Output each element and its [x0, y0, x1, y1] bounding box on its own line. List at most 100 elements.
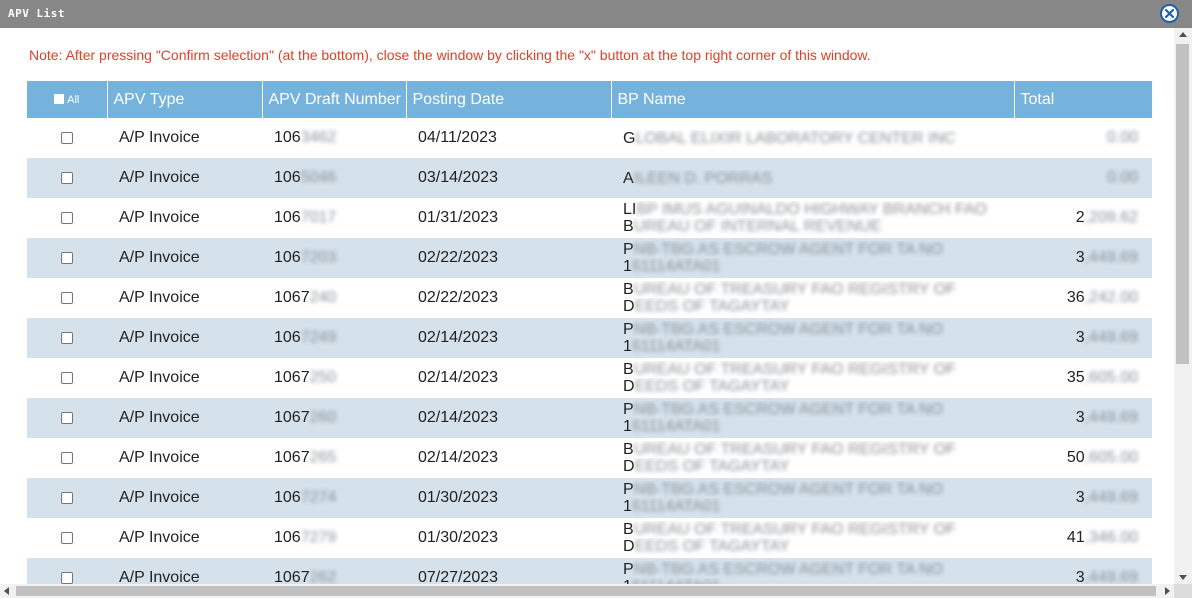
- row-checkbox[interactable]: [61, 131, 73, 144]
- table-row[interactable]: A/P Invoice 1067240 02/22/2023 BUREAU OF TR…: [27, 278, 1152, 318]
- row-checkbox[interactable]: [61, 571, 73, 584]
- close-icon[interactable]: [1160, 4, 1179, 23]
- select-all-checkbox[interactable]: [54, 93, 65, 104]
- table-row[interactable]: A/P Invoice 1067250 02/14/2023 BUREAU OF TR…: [27, 358, 1152, 398]
- total-redacted: 0.00: [1106, 129, 1138, 146]
- total-cell: 41,346.00: [1014, 518, 1152, 558]
- column-header-bp-name[interactable]: BP Name: [611, 81, 1015, 118]
- apv-draft-number-cell: 1067240: [262, 278, 406, 318]
- total-redacted: ,605.00: [1084, 449, 1138, 466]
- bp-name-cell: PNB-TBG AS ESCROW AGENT FOR TA NO161114A…: [611, 398, 1014, 438]
- row-checkbox[interactable]: [61, 211, 73, 224]
- row-select-cell[interactable]: [27, 558, 107, 584]
- table-row[interactable]: A/P Invoice 1067274 01/30/2023 PNB-TBG AS E…: [27, 478, 1152, 518]
- draft-number-redacted: 7203: [300, 249, 337, 266]
- draft-number-visible: 106: [274, 129, 301, 146]
- row-checkbox[interactable]: [61, 251, 73, 264]
- total-redacted: 0.00: [1106, 169, 1138, 186]
- total-cell: 50,605.00: [1014, 438, 1152, 478]
- bp-name-redacted: EEDS OF TAGAYTAY: [634, 458, 790, 475]
- row-select-cell[interactable]: [27, 238, 107, 278]
- row-select-cell[interactable]: [27, 318, 107, 358]
- scroll-down-icon[interactable]: [1179, 575, 1187, 580]
- row-checkbox[interactable]: [61, 331, 73, 344]
- total-redacted: ,449.69: [1084, 329, 1138, 346]
- table-row[interactable]: A/P Invoice 1067265 02/14/2023 BUREAU OF TR…: [27, 438, 1152, 478]
- column-header-posting-date[interactable]: Posting Date: [406, 81, 612, 118]
- horizontal-scroll-thumb[interactable]: [16, 586, 1156, 596]
- row-select-cell[interactable]: [27, 118, 107, 158]
- scroll-up-icon[interactable]: [1179, 32, 1187, 37]
- table-row[interactable]: A/P Invoice 1067017 01/31/2023 LIBP IMUS AG…: [27, 198, 1152, 238]
- scroll-left-icon[interactable]: [4, 587, 9, 595]
- scroll-right-icon[interactable]: [1165, 587, 1170, 595]
- bp-name-line-1: PNB-TBG AS ESCROW AGENT FOR TA NO: [623, 561, 1014, 578]
- total-visible: 35: [1066, 369, 1085, 386]
- column-header-apv-type[interactable]: APV Type: [107, 81, 263, 118]
- total-visible: 3: [1075, 569, 1085, 584]
- bp-name-visible: B: [623, 218, 634, 235]
- vertical-scroll-thumb[interactable]: [1176, 44, 1189, 364]
- total-redacted: ,242.00: [1084, 289, 1138, 306]
- apv-draft-number-cell: 1063462: [262, 118, 406, 158]
- bp-name-line-1: PNB-TBG AS ESCROW AGENT FOR TA NO: [623, 241, 1014, 258]
- bp-name-redacted: NB-TBG AS ESCROW AGENT FOR TA NO: [633, 481, 944, 498]
- total-visible: 3: [1075, 249, 1085, 266]
- row-checkbox[interactable]: [61, 171, 73, 184]
- draft-number-redacted: 260: [309, 409, 337, 426]
- column-header-apv-draft-number[interactable]: APV Draft Number: [262, 81, 407, 118]
- row-checkbox[interactable]: [61, 291, 73, 304]
- row-select-cell[interactable]: [27, 478, 107, 518]
- draft-number-redacted: 250: [309, 369, 337, 386]
- horizontal-scrollbar[interactable]: [0, 584, 1174, 598]
- row-select-cell[interactable]: [27, 438, 107, 478]
- apv-type-cell: A/P Invoice: [119, 209, 200, 226]
- row-select-cell[interactable]: [27, 358, 107, 398]
- scrollbar-corner: [1174, 584, 1192, 598]
- bp-name-redacted: 61114ATA01: [631, 418, 721, 435]
- table-row[interactable]: A/P Invoice 1067262 07/27/2023 PNB-TBG AS E…: [27, 558, 1152, 584]
- table-row[interactable]: A/P Invoice 1067279 01/30/2023 BUREAU OF TR…: [27, 518, 1152, 558]
- row-checkbox[interactable]: [61, 411, 73, 424]
- apv-draft-number-cell: 1067265: [262, 438, 406, 478]
- row-select-cell[interactable]: [27, 518, 107, 558]
- column-header-total[interactable]: Total: [1014, 81, 1152, 118]
- bp-name-cell: BUREAU OF TREASURY FAO REGISTRY OF DEEDS …: [611, 438, 1014, 478]
- row-select-cell[interactable]: [27, 198, 107, 238]
- bp-name-line-1: PNB-TBG AS ESCROW AGENT FOR TA NO: [623, 401, 1014, 418]
- row-select-cell[interactable]: [27, 398, 107, 438]
- table-row[interactable]: A/P Invoice 1067203 02/22/2023 PNB-TBG AS E…: [27, 238, 1152, 278]
- select-all-header[interactable]: All: [27, 81, 108, 118]
- bp-name-visible: D: [623, 538, 635, 555]
- draft-number-redacted: 240: [309, 289, 337, 306]
- draft-number-visible: 106: [274, 489, 301, 506]
- row-checkbox[interactable]: [61, 451, 73, 464]
- bp-name-redacted: EEDS OF TAGAYTAY: [634, 298, 790, 315]
- bp-name-visible: G: [623, 129, 636, 147]
- row-select-cell[interactable]: [27, 158, 107, 198]
- row-checkbox[interactable]: [61, 491, 73, 504]
- draft-number-visible: 1067: [274, 369, 310, 386]
- bp-name-cell: PNB-TBG AS ESCROW AGENT FOR TA NO161114A…: [611, 238, 1014, 278]
- total-cell: 3,449.69: [1014, 238, 1152, 278]
- row-checkbox[interactable]: [61, 371, 73, 384]
- total-cell: 36,242.00: [1014, 278, 1152, 318]
- row-select-cell[interactable]: [27, 278, 107, 318]
- table-row[interactable]: A/P Invoice 1067260 02/14/2023 PNB-TBG AS E…: [27, 398, 1152, 438]
- bp-name-redacted: 61114ATA01: [631, 498, 721, 515]
- row-checkbox[interactable]: [61, 531, 73, 544]
- table-row[interactable]: A/P Invoice 1065046 03/14/2023 AILEEN D. PO…: [27, 158, 1152, 198]
- posting-date-cell: 02/14/2023: [418, 369, 499, 386]
- table-row[interactable]: A/P Invoice 1063462 04/11/2023 GLOBAL ELIXI…: [27, 118, 1152, 158]
- total-visible: 50: [1066, 449, 1085, 466]
- total-visible: 2: [1075, 209, 1085, 226]
- bp-name-line-1: AILEEN D. PORRAS: [623, 170, 1014, 187]
- draft-number-visible: 1067: [274, 449, 310, 466]
- total-cell: 3,449.69: [1014, 318, 1152, 358]
- posting-date-cell: 02/14/2023: [406, 398, 611, 438]
- apv-draft-number-cell: 1067260: [262, 398, 406, 438]
- table-row[interactable]: A/P Invoice 1067249 02/14/2023 PNB-TBG AS E…: [27, 318, 1152, 358]
- vertical-scrollbar[interactable]: [1174, 28, 1192, 584]
- bp-name-line-2: DEEDS OF TAGAYTAY: [623, 298, 1014, 315]
- posting-date-cell: 01/31/2023: [418, 209, 499, 226]
